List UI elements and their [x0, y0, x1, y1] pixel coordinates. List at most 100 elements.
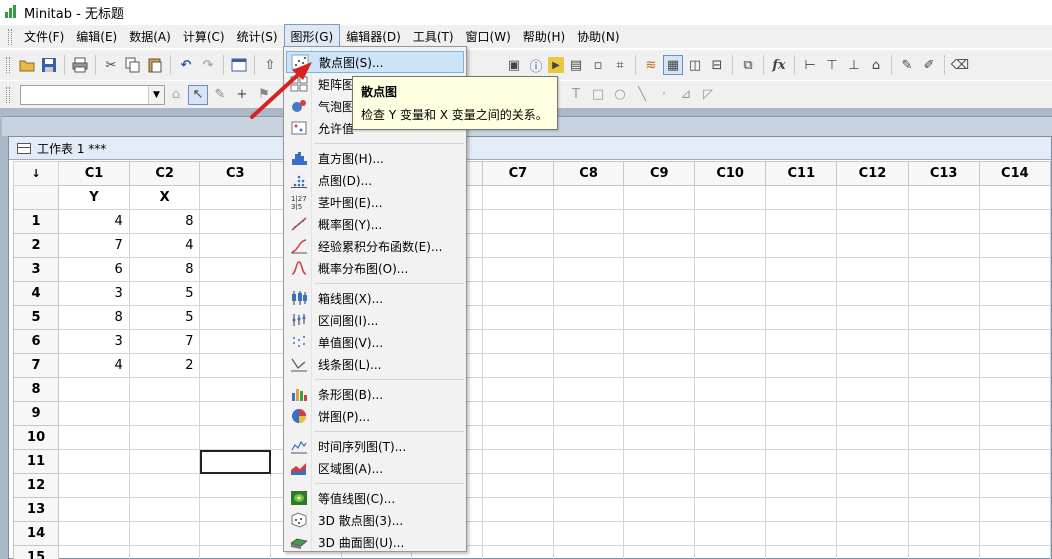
cell-c2[interactable]	[128, 449, 201, 474]
cell-empty[interactable]	[482, 449, 554, 474]
cell-empty[interactable]	[836, 353, 909, 378]
cell-empty[interactable]	[765, 425, 838, 450]
cell-empty[interactable]	[199, 425, 272, 450]
cell-empty[interactable]	[978, 329, 1052, 354]
menu-window[interactable]: 窗口(W)	[460, 25, 517, 48]
brush-icon[interactable]: ⌂	[866, 55, 886, 75]
menu-item-interval-plot[interactable]: 区间图(I)...	[286, 309, 464, 331]
cell-empty[interactable]	[907, 305, 980, 330]
column-header[interactable]: C3	[199, 161, 272, 186]
cell-empty[interactable]	[907, 521, 980, 546]
redo-icon[interactable]: ↷	[198, 55, 218, 75]
undo-icon[interactable]: ↶	[176, 55, 196, 75]
cell-empty[interactable]	[907, 545, 980, 559]
column-header[interactable]: C8	[552, 161, 625, 186]
point-tool-icon[interactable]: ·	[654, 85, 674, 105]
cell-empty[interactable]	[199, 257, 272, 282]
cell-empty[interactable]	[694, 209, 767, 234]
cell-empty[interactable]	[199, 233, 272, 258]
cell-empty[interactable]	[907, 377, 980, 402]
cell-empty[interactable]	[836, 497, 909, 522]
cell-c1[interactable]: 8	[58, 305, 130, 330]
cell-empty[interactable]	[623, 257, 696, 282]
cell-empty[interactable]	[623, 401, 696, 426]
cell-empty[interactable]	[978, 401, 1052, 426]
menu-item-time-series[interactable]: 时间序列图(T)...	[286, 435, 464, 457]
cell-empty[interactable]	[765, 377, 838, 402]
row-header[interactable]: 13	[12, 497, 60, 522]
cell-empty[interactable]	[623, 473, 696, 498]
column-name-cell[interactable]: X	[128, 185, 201, 210]
cell-empty[interactable]	[623, 233, 696, 258]
cell-empty[interactable]	[836, 521, 909, 546]
move-columns-icon[interactable]: ⊥	[844, 55, 864, 75]
cell-empty[interactable]	[978, 281, 1052, 306]
column-name-cell[interactable]	[978, 185, 1052, 210]
cell-empty[interactable]	[623, 281, 696, 306]
cell-c1[interactable]: 4	[58, 353, 130, 378]
cell-empty[interactable]	[836, 425, 909, 450]
cell-empty[interactable]	[907, 449, 980, 474]
cell-empty[interactable]	[694, 449, 767, 474]
cell-empty[interactable]	[978, 233, 1052, 258]
cell-c2[interactable]: 8	[128, 257, 201, 282]
cell-empty[interactable]	[765, 449, 838, 474]
print-icon[interactable]	[70, 55, 90, 75]
column-name-cell[interactable]	[552, 185, 625, 210]
cell-empty[interactable]	[836, 377, 909, 402]
cell-empty[interactable]	[765, 329, 838, 354]
menu-item-boxplot[interactable]: 箱线图(X)...	[286, 287, 464, 309]
cell-empty[interactable]	[199, 353, 272, 378]
cell-empty[interactable]	[907, 209, 980, 234]
flag-icon[interactable]: ⚑	[254, 85, 274, 105]
cell-empty[interactable]	[765, 257, 838, 282]
row-header[interactable]: 10	[12, 425, 60, 450]
cell-empty[interactable]	[482, 425, 554, 450]
menu-item-3d-surface[interactable]: 3D 曲面图(U)...	[286, 531, 464, 553]
column-name-cell[interactable]	[765, 185, 838, 210]
cell-empty[interactable]	[623, 425, 696, 450]
cell-empty[interactable]	[552, 473, 625, 498]
cell-empty[interactable]	[552, 521, 625, 546]
cell-c1[interactable]: 3	[58, 281, 130, 306]
cell-empty[interactable]	[482, 353, 554, 378]
menu-item-histogram[interactable]: 直方图(H)...	[286, 147, 464, 169]
column-header[interactable]: C2	[128, 161, 201, 186]
row-header[interactable]: 6	[12, 329, 60, 354]
cell-empty[interactable]	[623, 353, 696, 378]
cell-empty[interactable]	[978, 209, 1052, 234]
cell-empty[interactable]	[836, 545, 909, 559]
cell-empty[interactable]	[482, 281, 554, 306]
menu-item-probability-plot[interactable]: 概率图(Y)...	[286, 213, 464, 235]
row-header[interactable]: 15	[12, 545, 60, 559]
cell-empty[interactable]	[836, 209, 909, 234]
cell-empty[interactable]	[907, 233, 980, 258]
edit-last-dialog-icon[interactable]: ≋	[641, 55, 661, 75]
menu-item-3d-scatter[interactable]: 3D 散点图(3)...	[286, 509, 464, 531]
cell-c2[interactable]	[128, 425, 201, 450]
menu-item-stem-leaf[interactable]: 1|27 3|5 茎叶图(E)...	[286, 191, 464, 213]
report-pad-icon[interactable]: ▤	[566, 55, 586, 75]
graph-window-icon[interactable]: ⧉	[738, 55, 758, 75]
cell-empty[interactable]	[482, 305, 554, 330]
menu-edit[interactable]: 编辑(E)	[70, 25, 123, 48]
cell-empty[interactable]	[907, 257, 980, 282]
cell-empty[interactable]	[552, 377, 625, 402]
cell-c2[interactable]: 8	[128, 209, 201, 234]
cell-empty[interactable]	[552, 257, 625, 282]
cell-empty[interactable]	[978, 521, 1052, 546]
cell-empty[interactable]	[482, 257, 554, 282]
cell-empty[interactable]	[694, 281, 767, 306]
row-header[interactable]: 12	[12, 473, 60, 498]
cell-empty[interactable]	[978, 545, 1052, 559]
cell-c1[interactable]: 7	[58, 233, 130, 258]
cell-empty[interactable]	[907, 401, 980, 426]
cell-c1[interactable]	[58, 377, 130, 402]
cell-empty[interactable]	[765, 497, 838, 522]
cell-empty[interactable]	[694, 233, 767, 258]
cell-empty[interactable]	[765, 233, 838, 258]
rectangle-tool-icon[interactable]: □	[588, 85, 608, 105]
cell-empty[interactable]	[694, 497, 767, 522]
cell-c2[interactable]	[128, 377, 201, 402]
cell-empty[interactable]	[694, 521, 767, 546]
